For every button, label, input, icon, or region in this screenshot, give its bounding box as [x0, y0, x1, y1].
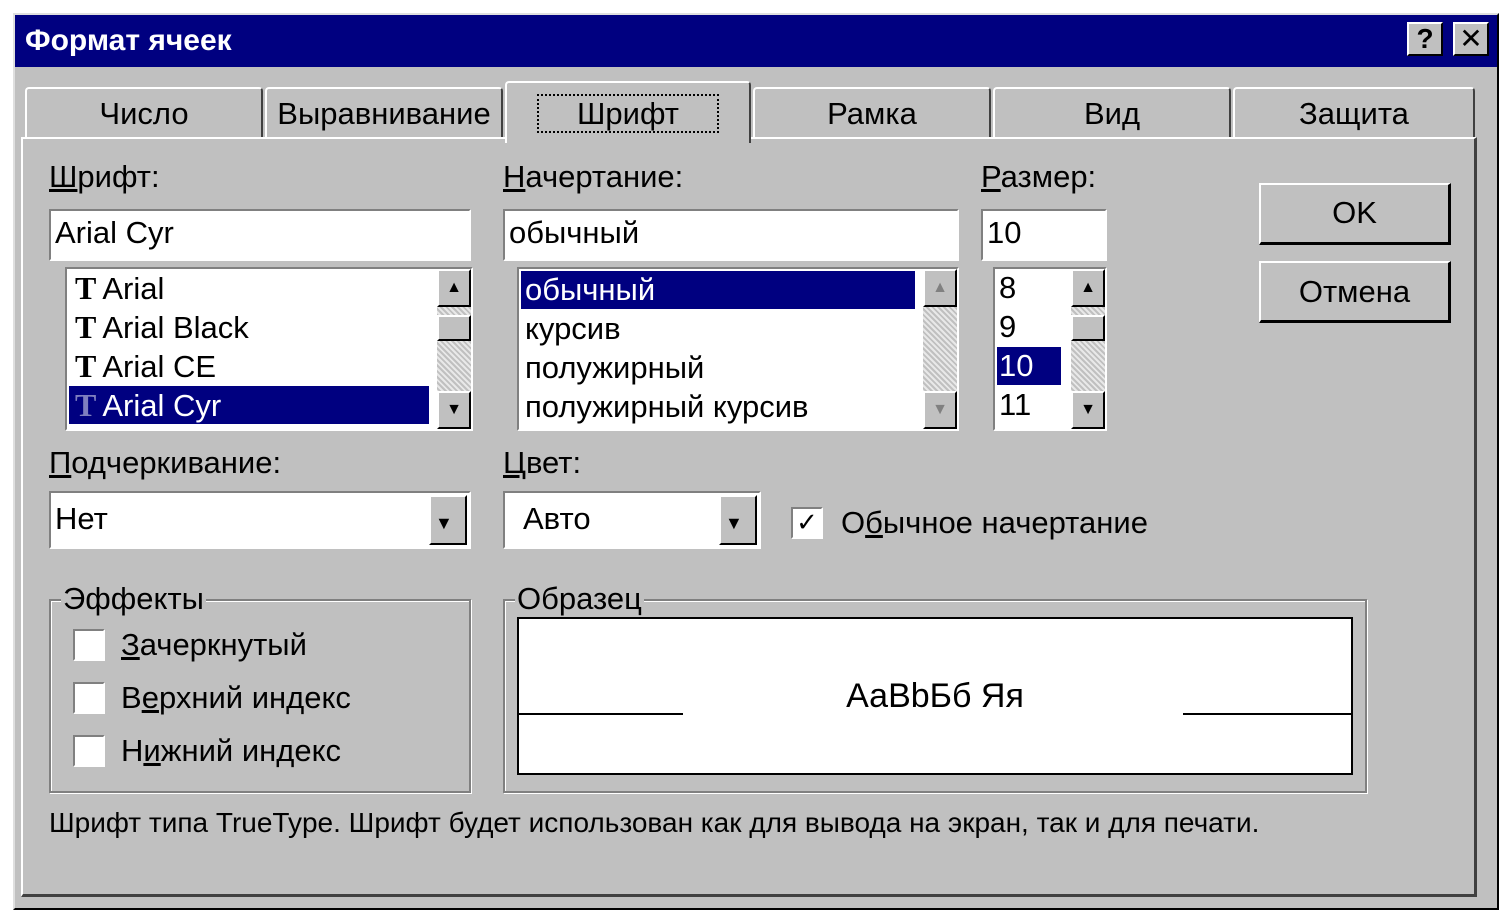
tab-font-label: Шрифт: [537, 94, 719, 133]
title-bar: Формат ячеек ? ✕: [15, 15, 1497, 67]
format-cells-dialog: Формат ячеек ? ✕ Число Выравнивание Шриф…: [13, 13, 1499, 910]
dialog-title: Формат ячеек: [25, 24, 232, 57]
tab-number[interactable]: Число: [25, 87, 263, 139]
close-button[interactable]: ✕: [1453, 22, 1489, 56]
tab-alignment[interactable]: Выравнивание: [265, 87, 503, 139]
close-icon: ✕: [1459, 23, 1483, 54]
tab-protection[interactable]: Защита: [1233, 87, 1475, 139]
help-button[interactable]: ?: [1407, 22, 1443, 56]
font-tab-panel: [21, 137, 1477, 897]
tab-border[interactable]: Рамка: [753, 87, 991, 139]
tab-view[interactable]: Вид: [993, 87, 1231, 139]
tab-font[interactable]: Шрифт: [505, 81, 751, 143]
